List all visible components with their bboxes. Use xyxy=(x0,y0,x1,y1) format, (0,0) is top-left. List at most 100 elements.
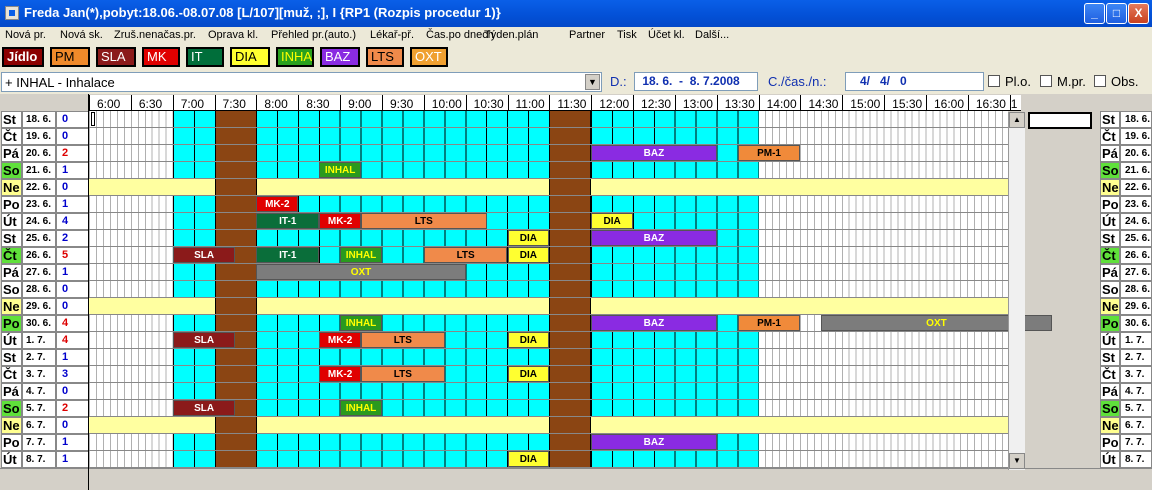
appointment-mk-2[interactable]: MK-2 xyxy=(319,213,362,229)
appointment-dia[interactable]: DIA xyxy=(507,230,550,246)
menu-item-5[interactable]: Lékař-př. xyxy=(370,29,414,41)
day-date: 3. 7. xyxy=(22,366,56,383)
appointment-dia[interactable]: DIA xyxy=(507,366,550,382)
appointment-dia[interactable]: DIA xyxy=(591,213,634,229)
legend-item-it[interactable]: IT xyxy=(186,47,224,67)
scroll-up-icon[interactable]: ▲ xyxy=(1009,112,1025,128)
appointment-lts[interactable]: LTS xyxy=(361,332,445,348)
legend-item-inha[interactable]: INHA xyxy=(276,47,314,67)
close-button[interactable]: X xyxy=(1128,3,1149,24)
legend-item-mk[interactable]: MK xyxy=(142,47,180,67)
open-slot[interactable] xyxy=(256,128,550,144)
appointment-lts[interactable]: LTS xyxy=(423,247,508,263)
chevron-down-icon[interactable]: ▼ xyxy=(585,74,600,90)
open-slot[interactable] xyxy=(591,383,759,399)
appointment-inhal[interactable]: INHAL xyxy=(340,315,382,331)
day-date: 21. 6. xyxy=(22,162,56,179)
day-name: Út xyxy=(1,451,22,468)
time-label-11: 11:30 xyxy=(557,97,587,111)
open-slot[interactable] xyxy=(256,230,550,246)
scroll-down-icon[interactable]: ▼ xyxy=(1009,453,1025,469)
legend-item-dia[interactable]: DIA xyxy=(230,47,270,67)
appointment-it-1[interactable]: IT-1 xyxy=(256,247,320,263)
appointment-sla[interactable]: SLA xyxy=(172,247,236,263)
app-icon[interactable] xyxy=(5,6,19,20)
cursor-cell[interactable] xyxy=(91,112,95,126)
appointment-mk-2[interactable]: MK-2 xyxy=(319,332,362,348)
legend-item-sla[interactable]: SLA xyxy=(96,47,136,67)
appointment-inhal[interactable]: INHAL xyxy=(340,247,382,263)
open-slot[interactable] xyxy=(591,128,759,144)
day-date-right: 18. 6. xyxy=(1120,111,1152,128)
open-slot[interactable] xyxy=(256,196,550,212)
appointment-mk-2[interactable]: MK-2 xyxy=(319,366,362,382)
menu-item-7[interactable]: Týden.plán xyxy=(484,29,538,41)
mpr-checkbox[interactable] xyxy=(1040,75,1052,87)
appointment-pm-1[interactable]: PM-1 xyxy=(737,315,801,331)
appointment-dia[interactable]: DIA xyxy=(507,247,550,263)
appointment-baz[interactable]: BAZ xyxy=(591,434,717,450)
minimize-button[interactable]: _ xyxy=(1084,3,1105,24)
open-slot[interactable] xyxy=(591,349,759,365)
legend-item-baz[interactable]: BAZ xyxy=(320,47,360,67)
plo-checkbox[interactable] xyxy=(988,75,1000,87)
appointment-dia[interactable]: DIA xyxy=(507,451,550,467)
open-slot[interactable] xyxy=(591,451,759,467)
maximize-button[interactable]: □ xyxy=(1106,3,1127,24)
appointment-it-1[interactable]: IT-1 xyxy=(256,213,320,229)
menu-item-2[interactable]: Zruš.nenačas.pr. xyxy=(114,29,196,41)
open-slot[interactable] xyxy=(256,383,550,399)
open-slot[interactable] xyxy=(256,434,550,450)
open-slot[interactable] xyxy=(256,162,550,178)
vertical-scrollbar[interactable]: ▲ ▼ xyxy=(1008,112,1025,470)
appointment-dia[interactable]: DIA xyxy=(507,332,550,348)
menu-item-9[interactable]: Tisk xyxy=(617,29,637,41)
menu-item-3[interactable]: Oprava kl. xyxy=(208,29,258,41)
open-slot[interactable] xyxy=(591,332,759,348)
obs-checkbox[interactable] xyxy=(1094,75,1106,87)
open-slot[interactable] xyxy=(591,196,759,212)
appointment-inhal[interactable]: INHAL xyxy=(340,400,382,416)
open-slot[interactable] xyxy=(591,400,759,416)
procedure-select[interactable]: + INHAL - Inhalace ▼ xyxy=(1,72,602,92)
menu-item-0[interactable]: Nová pr. xyxy=(5,29,46,41)
count-field[interactable]: 4/ 4/ 0 xyxy=(845,72,984,91)
open-slot[interactable] xyxy=(256,400,550,416)
appointment-baz[interactable]: BAZ xyxy=(591,145,717,161)
open-slot[interactable] xyxy=(591,111,759,127)
appointment-inhal[interactable]: INHAL xyxy=(319,162,362,178)
open-slot[interactable] xyxy=(256,315,550,331)
date-range-field[interactable]: 18. 6. - 8. 7.2008 xyxy=(634,72,758,91)
meal-block-breakfast xyxy=(214,196,257,212)
appointment-sla[interactable]: SLA xyxy=(172,332,236,348)
menu-item-10[interactable]: Účet kl. xyxy=(648,29,685,41)
open-slot[interactable] xyxy=(591,281,759,297)
meal-block-breakfast xyxy=(214,434,257,450)
open-slot[interactable] xyxy=(591,247,759,263)
menu-item-1[interactable]: Nová sk. xyxy=(60,29,103,41)
open-slot[interactable] xyxy=(591,264,759,280)
selected-cell-right[interactable] xyxy=(1028,112,1092,129)
open-slot[interactable] xyxy=(256,349,550,365)
appointment-lts[interactable]: LTS xyxy=(361,366,445,382)
appointment-oxt[interactable]: OXT xyxy=(256,264,466,280)
appointment-mk-2[interactable]: MK-2 xyxy=(256,196,299,212)
open-slot[interactable] xyxy=(591,366,759,382)
legend-item-pm[interactable]: PM xyxy=(50,47,90,67)
open-slot[interactable] xyxy=(256,451,550,467)
menu-item-8[interactable]: Partner xyxy=(569,29,605,41)
open-slot[interactable] xyxy=(256,111,550,127)
open-slot[interactable] xyxy=(591,162,759,178)
appointment-lts[interactable]: LTS xyxy=(361,213,487,229)
appointment-baz[interactable]: BAZ xyxy=(591,315,717,331)
menu-item-4[interactable]: Přehled pr.(auto.) xyxy=(271,29,356,41)
open-slot[interactable] xyxy=(256,281,550,297)
appointment-sla[interactable]: SLA xyxy=(172,400,236,416)
legend-item-lts[interactable]: LTS xyxy=(366,47,404,67)
menu-item-11[interactable]: Další... xyxy=(695,29,729,41)
appointment-pm-1[interactable]: PM-1 xyxy=(737,145,801,161)
legend-item-oxt[interactable]: OXT xyxy=(410,47,448,67)
legend-item-jídlo[interactable]: Jídlo xyxy=(2,47,44,67)
open-slot[interactable] xyxy=(256,145,550,161)
appointment-baz[interactable]: BAZ xyxy=(591,230,717,246)
